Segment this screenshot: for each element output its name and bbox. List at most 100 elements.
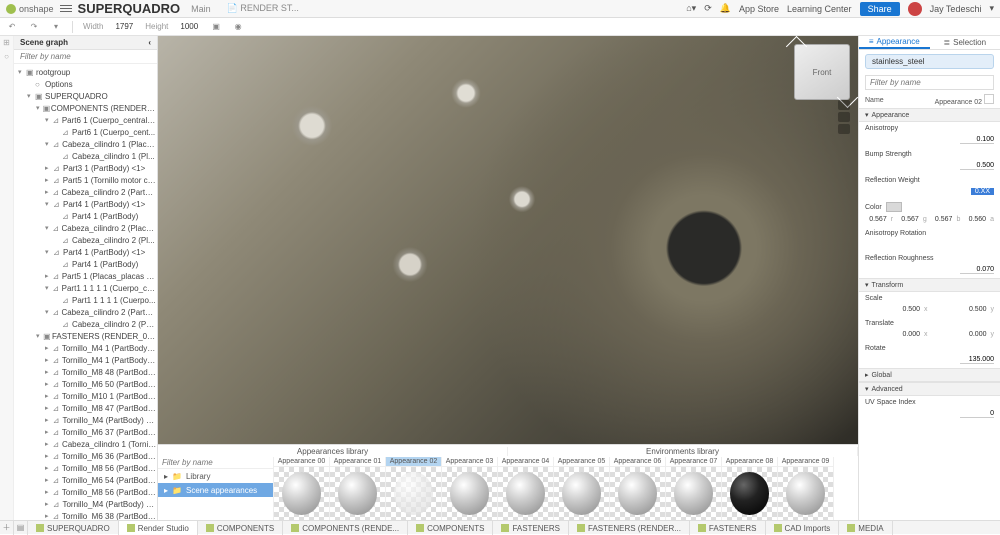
tab-list-button[interactable]: ▤ [14,521,28,535]
link-dims-icon[interactable]: ▣ [210,21,222,33]
tree-node[interactable]: ▸⊿Cabeza_cilindro 1 (Tornillo... [14,438,157,450]
scene-filter-input[interactable] [14,50,157,63]
tree-node[interactable]: ▾⊿Part4 1 (PartBody) <1> [14,198,157,210]
footer-tab[interactable]: COMPONENTS [198,521,283,535]
render-tab-crumb[interactable]: 📄 RENDER ST... [222,2,304,15]
bump-input[interactable] [960,162,994,170]
library-filter-input[interactable] [158,457,273,469]
notifications-icon[interactable]: 🔔 [720,3,731,14]
user-name[interactable]: Jay Tedeschi [930,4,982,14]
tree-node[interactable]: ▸⊿Tornillo_M10 1 (PartBody) ... [14,390,157,402]
tree-node[interactable]: ▾▣rootgroup [14,66,157,78]
appearance-thumb[interactable]: Appearance 03 [442,457,498,520]
tree-node[interactable]: ⊿Part4 1 (PartBody) [14,210,157,222]
viewport-btn-3[interactable] [838,124,850,134]
tab-selection[interactable]: ≣ Selection [930,36,1000,49]
brand[interactable]: onshape [6,4,54,14]
tree-node[interactable]: ▾⊿Cabeza_cilindro 2 (PartBod... [14,306,157,318]
color-swatch[interactable] [886,202,902,212]
home-icon[interactable]: ⌂▾ [686,3,696,14]
section-advanced[interactable]: ▾ Advanced [859,382,1000,396]
right-filter-input[interactable] [865,75,994,90]
tree-node[interactable]: ⊿Part4 1 (PartBody) [14,258,157,270]
appstore-link[interactable]: App Store [739,4,779,14]
tree-node[interactable]: ▸⊿Tornillo_M4 1 (PartBody) <... [14,354,157,366]
camera-icon[interactable]: ◉ [232,21,244,33]
width-value[interactable]: 1797 [113,22,135,31]
tree-node[interactable]: ○Options [14,78,157,90]
learning-link[interactable]: Learning Center [787,4,852,14]
tree-node[interactable]: ▸⊿Tornillo_M6 54 (PartBody) ... [14,474,157,486]
tree-node[interactable]: ▸⊿Tornillo_M6 37 (PartBody) ... [14,426,157,438]
scene-tree[interactable]: ▾▣rootgroup○Options▾▣SUPERQUADRO▾▣COMPON… [14,64,157,520]
branch-label[interactable]: Main [186,3,216,15]
tree-node[interactable]: ▸⊿Tornillo_M4 1 (PartBody) <... [14,342,157,354]
user-avatar-icon[interactable] [908,2,922,16]
tree-node[interactable]: ▸⊿Cabeza_cilindro 2 (PartBod... [14,186,157,198]
rotate-input[interactable] [960,356,994,364]
material-chip[interactable]: stainless_steel [865,54,994,69]
tree-node[interactable]: ⊿Cabeza_cilindro 1 (Pl... [14,150,157,162]
footer-tab[interactable]: COMPONENTS [408,521,493,535]
document-name[interactable]: SUPERQUADRO [78,1,181,16]
tree-node[interactable]: ▸⊿Tornillo_M4 (PartBody) <0> [14,498,157,510]
scene-group-icon[interactable]: ⊞ [2,38,12,48]
anisotropy-input[interactable] [960,136,994,144]
tree-node[interactable]: ▸⊿Tornillo_M8 56 (PartBody) ... [14,462,157,474]
tree-node[interactable]: ⊿Part6 1 (Cuerpo_cent... [14,126,157,138]
user-menu-chevron-icon[interactable]: ▾ [989,3,994,14]
uv-space-input[interactable] [960,410,994,418]
library-row[interactable]: ▸📁Scene appearances [158,483,273,497]
appearance-thumb[interactable]: Appearance 07 [666,457,722,520]
scene-options-icon[interactable]: ○ [2,52,12,62]
footer-tab[interactable]: SUPERQUADRO [28,521,119,535]
tree-node[interactable]: ▾▣SUPERQUADRO [14,90,157,102]
tree-node[interactable]: ⊿Part1 1 1 1 1 (Cuerpo... [14,294,157,306]
collapse-panel-icon[interactable]: ‹ [148,38,151,47]
footer-tab[interactable]: CAD Imports [766,521,840,535]
appearance-thumb[interactable]: Appearance 01 [330,457,386,520]
tree-node[interactable]: ▾▣COMPONENTS (RENDER_01) <1> [14,102,157,114]
redo-icon[interactable]: ↷ [28,21,40,33]
footer-tab[interactable]: FASTENERS [690,521,766,535]
tree-node[interactable]: ▸⊿Tornillo_M6 50 (PartBody) ... [14,378,157,390]
appearances-lib-header[interactable]: Appearances library [158,447,508,456]
reflection-weight-input[interactable]: 0.XX [971,188,994,195]
tree-node[interactable]: ▸⊿Tornillo_M6 38 (PartBody) ... [14,510,157,520]
library-row[interactable]: ▸📁Library [158,469,273,483]
height-value[interactable]: 1000 [178,22,200,31]
appearance-thumb[interactable]: Appearance 06 [610,457,666,520]
render-viewport[interactable]: Front [158,36,858,444]
appearance-thumb[interactable]: Appearance 08 [722,457,778,520]
tree-node[interactable]: ▾⊿Cabeza_cilindro 2 (Placas1... [14,222,157,234]
footer-tab[interactable]: MEDIA [839,521,892,535]
tree-node[interactable]: ▾▣FASTENERS (RENDER_01) <1> [14,330,157,342]
viewport-btn-2[interactable] [838,112,850,122]
footer-tab[interactable]: COMPONENTS (RENDE... [283,521,408,535]
section-global[interactable]: ▸ Global [859,368,1000,382]
footer-tab[interactable]: FASTENERS (RENDER... [569,521,690,535]
tree-node[interactable]: ▸⊿Tornillo_M8 47 (PartBody) ... [14,402,157,414]
tree-node[interactable]: ▸⊿Tornillo_M6 36 (PartBody) ... [14,450,157,462]
options-icon[interactable]: ▾ [50,21,62,33]
appearance-thumb[interactable]: Appearance 05 [554,457,610,520]
tab-appearance[interactable]: ≡ Appearance [859,36,930,49]
viewport-btn-1[interactable] [838,100,850,110]
environments-lib-header[interactable]: Environments library [508,447,858,456]
appearance-thumb[interactable]: Appearance 09 [778,457,834,520]
help-icon[interactable]: ⟳ [704,3,712,14]
tree-node[interactable]: ▾⊿Part6 1 (Cuerpo_central) <... [14,114,157,126]
appearance-thumb[interactable]: Appearance 04 [498,457,554,520]
tree-node[interactable]: ▸⊿Tornillo_M8 56 (PartBody) ... [14,486,157,498]
section-appearance[interactable]: ▾ Appearance [859,108,1000,122]
hamburger-icon[interactable] [60,3,72,15]
tree-node[interactable]: ⊿Cabeza_cilindro 2 (Pl... [14,234,157,246]
tree-node[interactable]: ▾⊿Cabeza_cilindro 1 (Place1... [14,138,157,150]
view-cube[interactable]: Front [794,44,850,100]
appearance-thumbnails[interactable]: Appearance 00Appearance 01Appearance 02A… [274,457,858,520]
undo-icon[interactable]: ↶ [6,21,18,33]
appearance-thumb[interactable]: Appearance 02 [386,457,442,520]
reflection-roughness-input[interactable] [960,266,994,274]
preview-swatch-icon[interactable] [984,94,994,104]
share-button[interactable]: Share [860,2,900,16]
